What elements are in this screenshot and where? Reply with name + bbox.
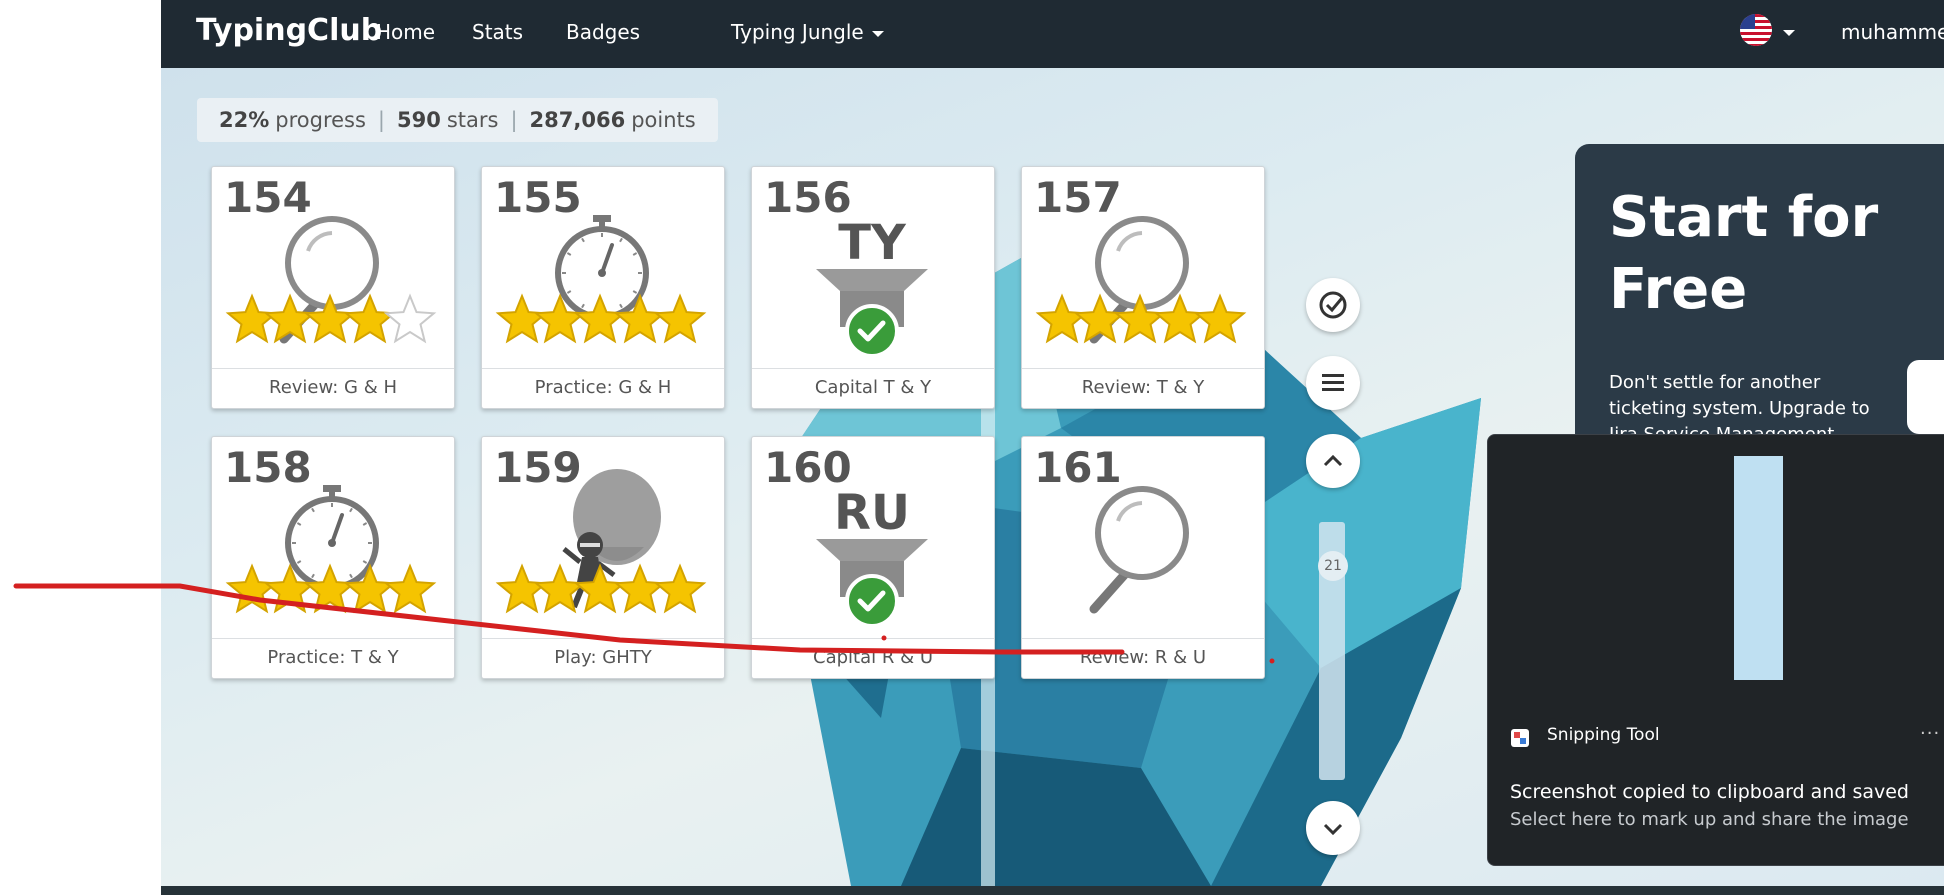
lesson-card-160[interactable]: RU 160 Capital R & U [751,436,995,679]
lesson-card-159[interactable]: 159 Play: GHTY [481,436,725,679]
magnifier-lens [1095,216,1189,310]
more-options-icon[interactable]: ··· [1920,723,1940,744]
menu-icon [1322,374,1344,391]
empty-star-icon [383,293,437,344]
lesson-card-155[interactable]: 155 Practice: G & H [481,166,725,409]
lesson-number: 155 [494,173,582,222]
lesson-label: Play: GHTY [482,638,724,679]
scroll-up-button[interactable] [1306,434,1360,488]
magnifier-lens [285,216,379,310]
star-icon [225,563,279,614]
lesson-number: 161 [1034,443,1122,492]
star-icon [613,563,667,614]
check-circle-icon [1319,291,1347,319]
lesson-label: Practice: T & Y [212,638,454,679]
separator: | [377,108,385,132]
lesson-card-156[interactable]: TY 156 Capital T & Y [751,166,995,409]
us-flag-icon[interactable] [1740,14,1772,46]
bottom-bar [161,886,1944,895]
toast-app-name: Snipping Tool [1547,725,1660,745]
separator: | [510,108,518,132]
magnifier-lens [1095,486,1189,580]
nav-home[interactable]: Home [376,20,435,44]
lesson-card-158[interactable]: 158 Practice: T & Y [211,436,455,679]
user-menu[interactable]: muhammed [1841,20,1944,44]
lesson-label: Review: G & H [212,368,454,409]
lesson-label: Capital T & Y [752,368,994,409]
star-icon [495,563,549,614]
star-icon [653,293,707,344]
toast-subtitle: Select here to mark up and share the ima… [1510,809,1909,830]
brand-logo[interactable]: TypingClub [196,13,382,48]
chevron-down-icon [1323,823,1343,836]
lesson-number: 159 [494,443,582,492]
progress-summary: 22% progress | 590 stars | 287,066 points [197,98,718,142]
lesson-label: Review: R & U [1022,638,1264,679]
stars-count: 590 [397,108,441,132]
lesson-card-154[interactable]: 154 Review: G & H [211,166,455,409]
lesson-card-157[interactable]: 157 Review: T & Y [1021,166,1265,409]
capital-letters: RU [834,485,910,541]
star-icon [383,563,437,614]
completed-filter-button[interactable] [1306,278,1360,332]
points-count: 287,066 [529,108,626,132]
star-icon [1035,293,1089,344]
lesson-card-161[interactable]: 161 Review: R & U [1021,436,1265,679]
snipping-tool-icon [1511,729,1529,747]
snipping-tool-notification[interactable]: Snipping Tool ··· Screenshot copied to c… [1487,434,1944,866]
progress-percent: 22% [219,108,270,132]
scroll-down-button[interactable] [1306,801,1360,855]
toast-title: Screenshot copied to clipboard and saved [1510,781,1909,803]
nav-badges[interactable]: Badges [566,20,640,44]
points-label: points [631,108,696,132]
progress-label: progress [275,108,366,132]
nav-typing-jungle[interactable]: Typing Jungle [731,20,884,44]
lesson-number: 156 [764,173,852,222]
lesson-label: Practice: G & H [482,368,724,409]
menu-button[interactable] [1306,356,1360,410]
ad-title: Start for Free [1609,185,1879,322]
capital-letters: TY [838,215,907,271]
star-icon [1193,293,1247,344]
language-dropdown-icon[interactable] [1783,30,1795,36]
ad-next-button[interactable] [1907,360,1944,434]
nav-typing-jungle-label: Typing Jungle [731,20,864,44]
check-badge-icon [845,574,899,628]
lesson-label: Review: T & Y [1022,368,1264,409]
stars-label: stars [446,108,499,132]
star-icon [653,563,707,614]
chevron-down-icon [871,30,884,37]
chevron-up-icon [1323,454,1343,467]
magnifier-handle [1089,568,1131,614]
lesson-number: 157 [1034,173,1122,222]
screenshot-thumbnail[interactable] [1734,456,1783,680]
star-icon [495,293,549,344]
check-badge-icon [845,304,899,358]
lesson-number: 158 [224,443,312,492]
lesson-number: 160 [764,443,852,492]
scroll-position-badge: 21 [1318,551,1348,581]
star-icon [225,293,279,344]
lesson-number: 154 [224,173,312,222]
lesson-label: Capital R & U [752,638,994,679]
top-navbar: TypingClub Home Stats Badges Typing Jung… [161,0,1944,68]
nav-stats[interactable]: Stats [472,20,523,44]
